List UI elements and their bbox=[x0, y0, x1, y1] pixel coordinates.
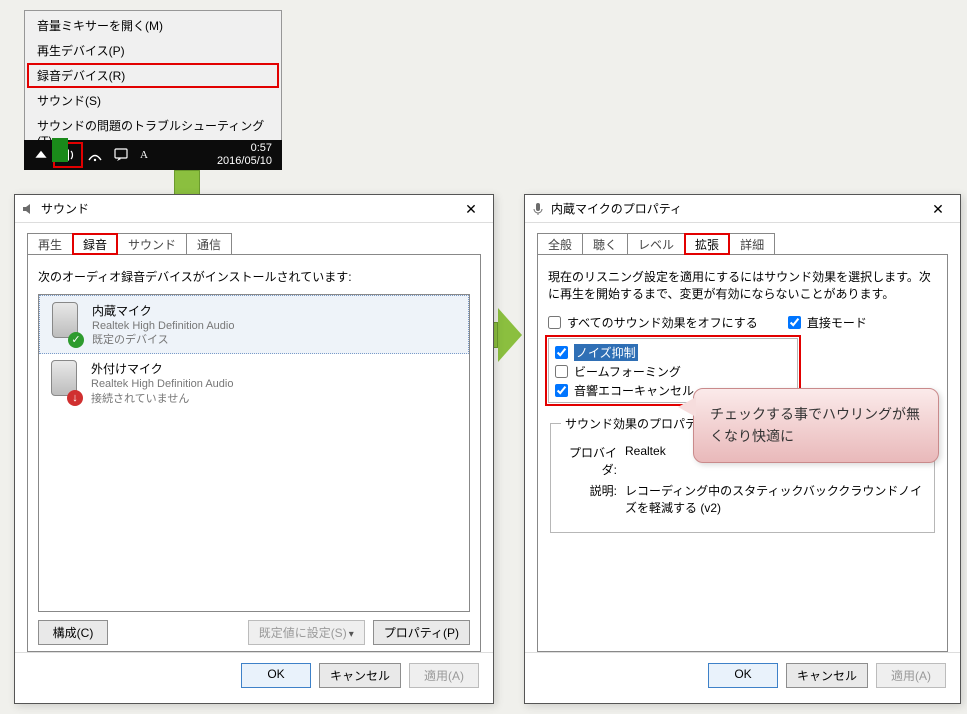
set-default-button[interactable]: 既定値に設定(S)▾ bbox=[248, 620, 365, 645]
effect-label: ノイズ抑制 bbox=[574, 344, 638, 361]
effect-properties-legend: サウンド効果のプロパティ bbox=[561, 415, 712, 432]
provider-label: プロバイダ: bbox=[561, 444, 617, 478]
set-default-label: 既定値に設定(S) bbox=[259, 626, 347, 640]
tray-chevron-icon[interactable] bbox=[28, 143, 54, 167]
prop-dialog-title: 内蔵マイクのプロパティ bbox=[551, 200, 682, 217]
excel-taskbar-icon[interactable] bbox=[52, 138, 68, 162]
sound-dialog-title: サウンド bbox=[41, 200, 89, 217]
clock-time: 0:57 bbox=[217, 142, 272, 155]
tab-general[interactable]: 全般 bbox=[537, 233, 583, 255]
action-center-icon[interactable] bbox=[108, 143, 134, 167]
configure-button[interactable]: 構成(C) bbox=[38, 620, 108, 645]
ctx-item-sounds[interactable]: サウンド(S) bbox=[27, 88, 279, 113]
speaker-icon bbox=[21, 202, 35, 216]
tab-advanced[interactable]: 詳細 bbox=[729, 233, 775, 255]
microphone-icon: ✓ bbox=[48, 302, 82, 346]
direct-mode-label: 直接モード bbox=[807, 314, 867, 331]
annotation-callout: チェックする事でハウリングが無くなり快適に bbox=[693, 388, 939, 463]
device-item-internal-mic[interactable]: ✓ 内蔵マイク Realtek High Definition Audio 既定… bbox=[39, 295, 469, 355]
effect-label: ビームフォーミング bbox=[574, 363, 681, 380]
properties-button[interactable]: プロパティ(P) bbox=[373, 620, 470, 645]
sound-dialog-titlebar[interactable]: サウンド ✕ bbox=[15, 195, 493, 223]
clock-date: 2016/05/10 bbox=[217, 155, 272, 168]
ctx-item-playback[interactable]: 再生デバイス(P) bbox=[27, 38, 279, 63]
cancel-button[interactable]: キャンセル bbox=[319, 663, 401, 688]
disable-all-effects-label: すべてのサウンド効果をオフにする bbox=[567, 314, 758, 331]
recording-instruction: 次のオーディオ録音デバイスがインストールされています: bbox=[38, 269, 470, 286]
chevron-down-icon: ▾ bbox=[349, 629, 354, 640]
tab-listen[interactable]: 聴く bbox=[582, 233, 628, 255]
close-button[interactable]: ✕ bbox=[922, 198, 954, 220]
direct-mode-input[interactable] bbox=[788, 316, 801, 329]
apply-button[interactable]: 適用(A) bbox=[409, 663, 479, 688]
tab-levels[interactable]: レベル bbox=[627, 233, 685, 255]
effect-noise-suppression[interactable]: ノイズ抑制 bbox=[555, 343, 791, 362]
recording-tab-panel: 次のオーディオ録音デバイスがインストールされています: ✓ 内蔵マイク Real… bbox=[27, 254, 481, 652]
tab-recording[interactable]: 録音 bbox=[72, 233, 118, 255]
check-badge-icon: ✓ bbox=[68, 332, 84, 348]
volume-context-menu: 音量ミキサーを開く(M) 再生デバイス(P) 録音デバイス(R) サウンド(S)… bbox=[24, 10, 282, 155]
sound-tabs: 再生 録音 サウンド 通信 bbox=[27, 233, 481, 255]
ok-button[interactable]: OK bbox=[708, 663, 778, 688]
tab-enhancements[interactable]: 拡張 bbox=[684, 233, 730, 255]
effect-checkbox[interactable] bbox=[555, 346, 568, 359]
network-tray-icon[interactable] bbox=[82, 143, 108, 167]
tray-clock[interactable]: 0:57 2016/05/10 bbox=[217, 142, 278, 167]
ctx-item-mixer[interactable]: 音量ミキサーを開く(M) bbox=[27, 13, 279, 38]
enhancements-instruction: 現在のリスニング設定を適用にするにはサウンド効果を選択します。次に再生を開始する… bbox=[548, 269, 937, 303]
device-name: 外付けマイク bbox=[91, 360, 233, 377]
effect-checkbox[interactable] bbox=[555, 384, 568, 397]
device-name: 内蔵マイク bbox=[92, 302, 234, 319]
close-button[interactable]: ✕ bbox=[455, 198, 487, 220]
microphone-icon: ↓ bbox=[47, 360, 81, 404]
ok-button[interactable]: OK bbox=[241, 663, 311, 688]
device-driver: Realtek High Definition Audio bbox=[91, 377, 233, 391]
device-driver: Realtek High Definition Audio bbox=[92, 319, 234, 333]
description-label: 説明: bbox=[561, 482, 617, 516]
effect-label: 音響エコーキャンセル bbox=[574, 382, 694, 399]
tab-communications[interactable]: 通信 bbox=[186, 233, 232, 255]
microphone-icon bbox=[531, 202, 545, 216]
prop-dialog-titlebar[interactable]: 内蔵マイクのプロパティ ✕ bbox=[525, 195, 960, 223]
disable-all-effects-input[interactable] bbox=[548, 316, 561, 329]
disable-all-effects-checkbox[interactable]: すべてのサウンド効果をオフにする bbox=[548, 313, 758, 332]
down-badge-icon: ↓ bbox=[67, 390, 83, 406]
effect-beam-forming[interactable]: ビームフォーミング bbox=[555, 362, 791, 381]
ctx-item-recording[interactable]: 録音デバイス(R) bbox=[27, 63, 279, 88]
device-item-external-mic[interactable]: ↓ 外付けマイク Realtek High Definition Audio 接… bbox=[39, 354, 469, 412]
apply-button[interactable]: 適用(A) bbox=[876, 663, 946, 688]
device-status: 接続されていません bbox=[91, 392, 233, 406]
tab-sounds[interactable]: サウンド bbox=[117, 233, 187, 255]
description-value: レコーディング中のスタティックバッククラウンドノイズを軽減する (v2) bbox=[625, 482, 924, 516]
cancel-button[interactable]: キャンセル bbox=[786, 663, 868, 688]
device-status: 既定のデバイス bbox=[92, 333, 234, 347]
tab-playback[interactable]: 再生 bbox=[27, 233, 73, 255]
prop-tabs: 全般 聴く レベル 拡張 詳細 bbox=[537, 233, 948, 255]
recording-device-list[interactable]: ✓ 内蔵マイク Realtek High Definition Audio 既定… bbox=[38, 294, 470, 612]
effect-checkbox[interactable] bbox=[555, 365, 568, 378]
direct-mode-checkbox[interactable]: 直接モード bbox=[788, 313, 867, 332]
ime-icon[interactable]: A bbox=[134, 143, 154, 167]
sound-dialog: サウンド ✕ 再生 録音 サウンド 通信 次のオーディオ録音デバイスがインストー… bbox=[14, 194, 494, 704]
